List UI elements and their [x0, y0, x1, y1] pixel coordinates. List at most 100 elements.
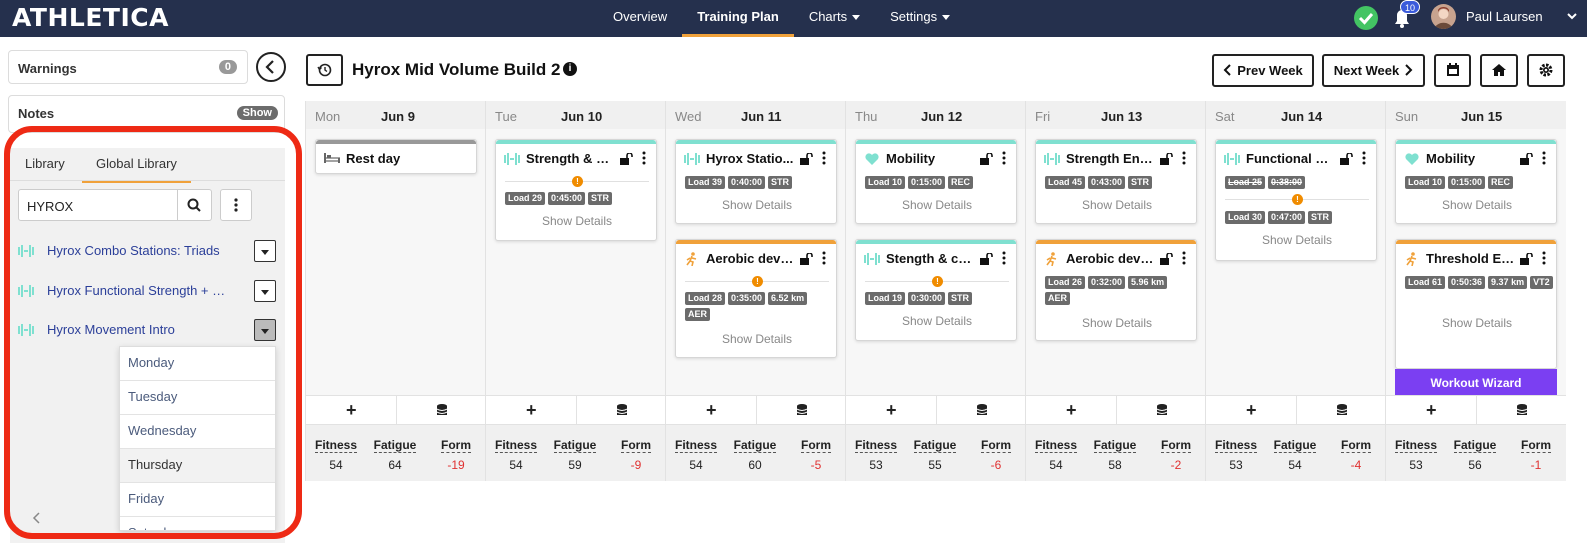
warning-icon[interactable]: ! [1292, 194, 1303, 205]
show-details-link[interactable]: Show Details [856, 198, 1018, 212]
settings-button[interactable] [1527, 54, 1565, 87]
workout-title[interactable]: Threshold Eff... [1426, 251, 1516, 266]
rest-day-card[interactable]: Rest day [315, 139, 477, 174]
calendar-button[interactable] [1434, 54, 1471, 87]
nav-training-plan[interactable]: Training Plan [682, 0, 794, 37]
kebab-icon[interactable] [1542, 251, 1546, 265]
workout-card[interactable]: Aerobic devel... Load 26 0:32:00 5.96 km AER… [1035, 239, 1197, 341]
unlock-icon[interactable] [1160, 153, 1173, 165]
kebab-icon[interactable] [1182, 151, 1186, 165]
kebab-icon[interactable] [822, 151, 826, 165]
kebab-icon[interactable] [1542, 151, 1546, 165]
fatigue-label[interactable]: Fatigue [553, 438, 597, 453]
warnings-panel[interactable]: Warnings 0 [8, 50, 248, 84]
unlock-icon[interactable] [1160, 253, 1173, 265]
fitness-label[interactable]: Fitness [494, 438, 537, 453]
logo[interactable]: ATHLETICA [12, 3, 169, 32]
home-button[interactable] [1480, 54, 1518, 87]
show-details-link[interactable]: Show Details [676, 198, 838, 212]
prev-week-button[interactable]: Prev Week [1212, 54, 1314, 87]
unlock-icon[interactable] [800, 253, 813, 265]
form-label[interactable]: Form [441, 438, 471, 453]
workout-card[interactable]: Mobility Load 10 0:15:00 REC Show Details [855, 139, 1017, 224]
workout-wizard-button[interactable]: Workout Wizard [1395, 369, 1557, 398]
kebab-icon[interactable] [1002, 251, 1006, 265]
library-button[interactable] [756, 396, 846, 426]
form-label[interactable]: Form [1161, 438, 1191, 453]
show-details-link[interactable]: Show Details [1216, 233, 1378, 247]
workout-card[interactable]: Strength End... Load 45 0:43:00 STR Show Det… [1035, 139, 1197, 224]
unlock-icon[interactable] [1340, 153, 1353, 165]
workout-card[interactable]: Hyrox Statio... Load 39 0:40:00 STR Show Det… [675, 139, 837, 224]
collapse-sidebar-button[interactable] [256, 52, 286, 82]
warning-icon[interactable]: ! [932, 276, 943, 287]
add-workout-button[interactable]: + [886, 400, 897, 421]
workout-title[interactable]: Mobility [1426, 151, 1516, 166]
library-button[interactable] [576, 396, 666, 426]
workout-title[interactable]: Hyrox Statio... [706, 151, 796, 166]
kebab-icon[interactable] [1362, 151, 1366, 165]
fatigue-label[interactable]: Fatigue [1453, 438, 1497, 453]
form-label[interactable]: Form [981, 438, 1011, 453]
show-details-link[interactable]: Show Details [1036, 198, 1198, 212]
unlock-icon[interactable] [980, 253, 993, 265]
workout-card[interactable]: Functional St... Load 25 0:38:00! Load 30 0:… [1215, 139, 1377, 261]
unlock-icon[interactable] [1520, 253, 1533, 265]
kebab-icon[interactable] [1002, 151, 1006, 165]
form-label[interactable]: Form [1341, 438, 1371, 453]
unlock-icon[interactable] [1520, 153, 1533, 165]
workout-card[interactable]: Threshold Eff... Load 61 0:50:36 9.37 km VT2… [1395, 239, 1557, 369]
fatigue-label[interactable]: Fatigue [373, 438, 417, 453]
nav-overview[interactable]: Overview [598, 0, 682, 37]
kebab-icon[interactable] [822, 251, 826, 265]
fitness-label[interactable]: Fitness [854, 438, 897, 453]
library-button[interactable] [936, 396, 1026, 426]
user-name[interactable]: Paul Laursen [1466, 9, 1543, 24]
show-details-link[interactable]: Show Details [496, 214, 658, 228]
add-workout-button[interactable]: + [346, 400, 357, 421]
form-label[interactable]: Form [801, 438, 831, 453]
library-button[interactable] [1476, 396, 1566, 426]
workout-card[interactable]: Stength & co...! Load 19 0:30:00 STR Show De… [855, 239, 1017, 341]
fatigue-label[interactable]: Fatigue [1093, 438, 1137, 453]
workout-title[interactable]: Aerobic devel... [1066, 251, 1156, 266]
status-check-icon[interactable] [1354, 6, 1378, 30]
unlock-icon[interactable] [800, 153, 813, 165]
show-details-link[interactable]: Show Details [1396, 198, 1558, 212]
add-workout-button[interactable]: + [1426, 400, 1437, 421]
fitness-label[interactable]: Fitness [1394, 438, 1437, 453]
workout-title[interactable]: Aerobic devel... [706, 251, 796, 266]
workout-card[interactable]: Mobility Load 10 0:15:00 REC Show Details [1395, 139, 1557, 224]
nav-settings[interactable]: Settings [875, 0, 965, 37]
workout-card[interactable]: Strength & co...! Load 29 0:45:00 STR Show D… [495, 139, 657, 241]
fatigue-label[interactable]: Fatigue [913, 438, 957, 453]
add-workout-button[interactable]: + [706, 400, 717, 421]
nav-charts[interactable]: Charts [794, 0, 875, 37]
show-details-link[interactable]: Show Details [676, 332, 838, 346]
avatar[interactable] [1431, 4, 1456, 29]
chevron-down-icon[interactable] [1566, 9, 1578, 27]
show-details-link[interactable]: Show Details [856, 314, 1018, 328]
kebab-icon[interactable] [642, 151, 646, 165]
workout-card[interactable]: Aerobic devel...! Load 28 0:35:00 6.52 km AE… [675, 239, 837, 358]
library-button[interactable] [1116, 396, 1206, 426]
show-details-link[interactable]: Show Details [1036, 316, 1198, 330]
workout-title[interactable]: Functional St... [1246, 151, 1336, 166]
warning-icon[interactable]: ! [752, 276, 763, 287]
add-workout-button[interactable]: + [1066, 400, 1077, 421]
warning-icon[interactable]: ! [572, 176, 583, 187]
add-workout-button[interactable]: + [1246, 400, 1257, 421]
show-details-link[interactable]: Show Details [1396, 316, 1558, 330]
kebab-icon[interactable] [1182, 251, 1186, 265]
notes-show-button[interactable]: Show [236, 106, 278, 120]
fitness-label[interactable]: Fitness [1034, 438, 1077, 453]
history-button[interactable] [306, 54, 343, 86]
form-label[interactable]: Form [621, 438, 651, 453]
add-workout-button[interactable]: + [526, 400, 537, 421]
workout-title[interactable]: Strength & co... [526, 151, 616, 166]
fitness-label[interactable]: Fitness [674, 438, 717, 453]
unlock-icon[interactable] [980, 153, 993, 165]
fitness-label[interactable]: Fitness [314, 438, 357, 453]
library-button[interactable] [1296, 396, 1386, 426]
fatigue-label[interactable]: Fatigue [733, 438, 777, 453]
